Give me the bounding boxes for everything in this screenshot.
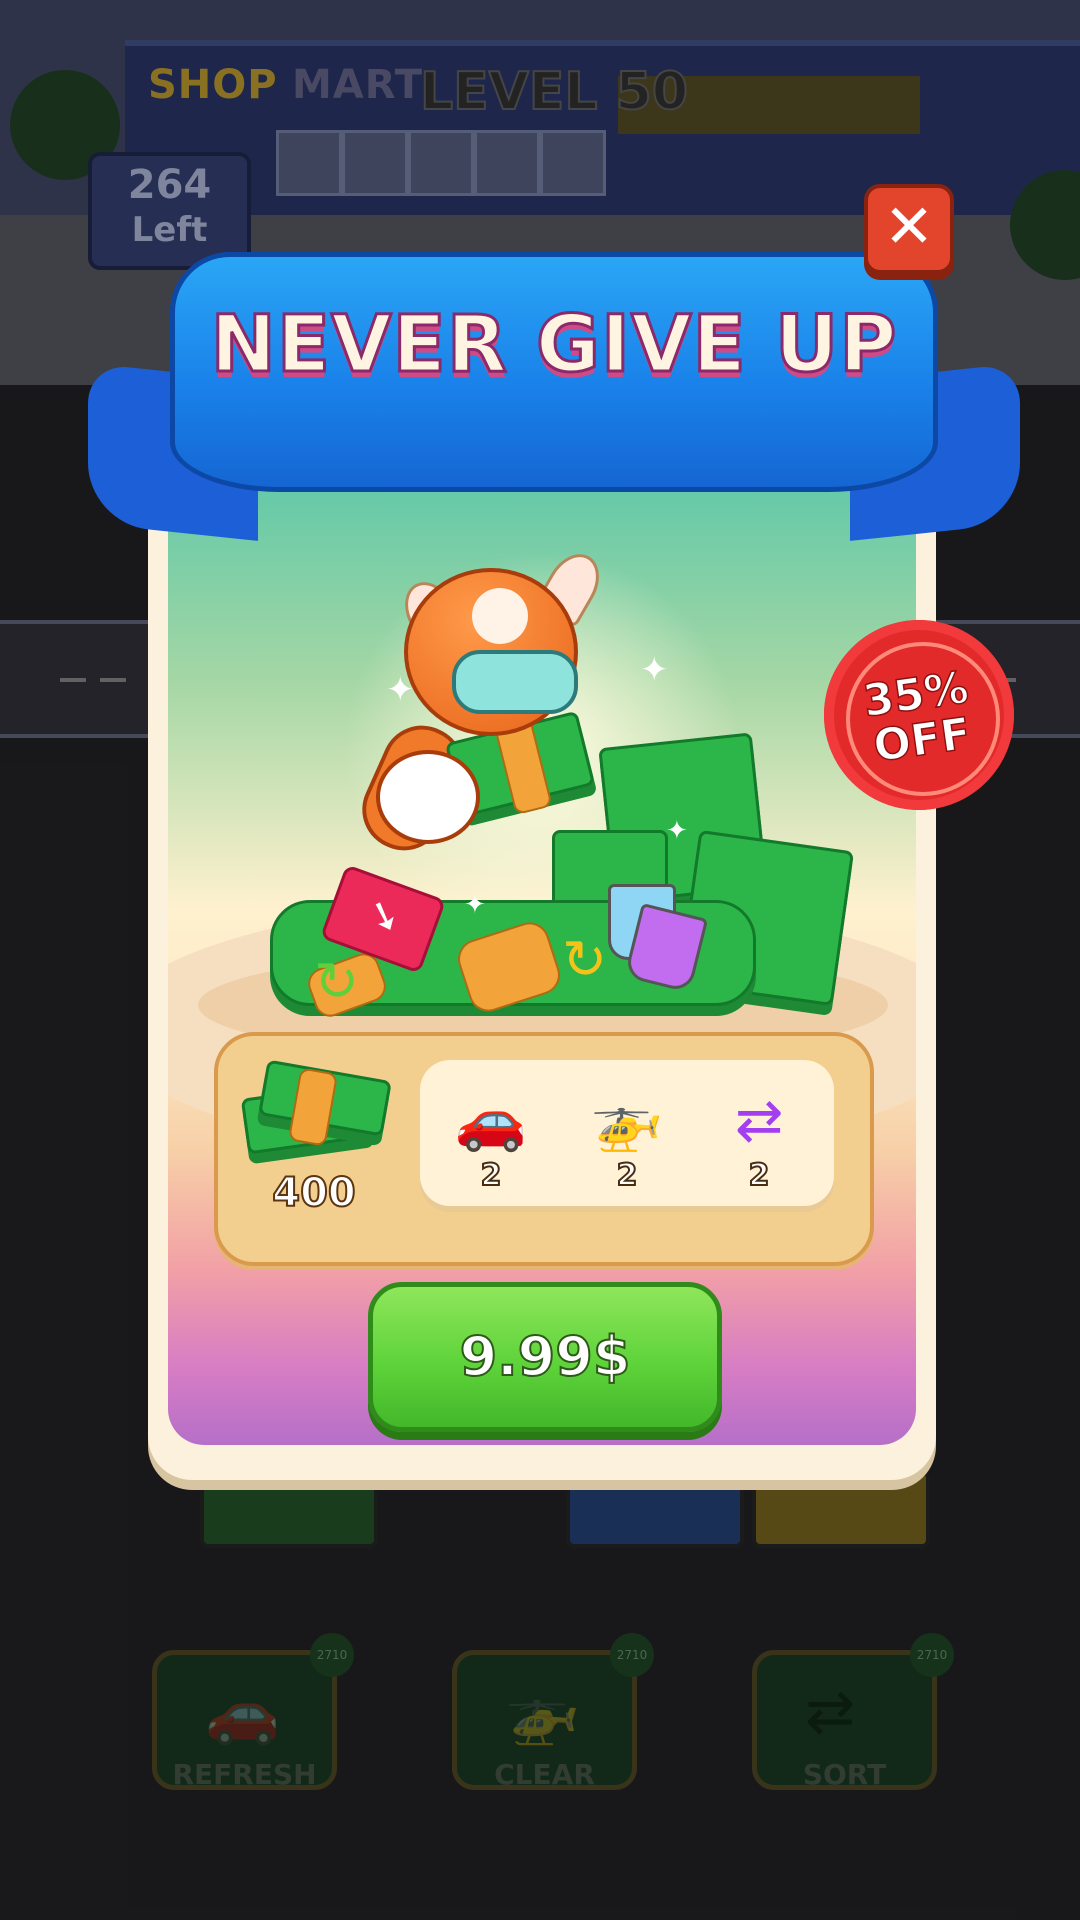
helicopter-icon: 🚁 xyxy=(590,1086,664,1154)
refresh-arrows-icon: ↻ xyxy=(314,950,360,1013)
cash-reward-icon xyxy=(240,1059,392,1170)
booster-refresh: 🚗 2 xyxy=(446,1080,536,1193)
booster-clear: 🚁 2 xyxy=(582,1080,672,1193)
booster-sort: ⇄ 2 xyxy=(714,1080,804,1193)
close-button[interactable]: ✕ xyxy=(864,184,954,274)
buy-button[interactable]: 9.99$ xyxy=(368,1282,722,1432)
sparkle-icon: ✦ xyxy=(666,816,688,846)
cash-reward-amount: 400 xyxy=(271,1169,357,1217)
refresh-arrows-icon: ↻ xyxy=(562,928,608,991)
booster-count: 2 xyxy=(616,1158,639,1193)
robot-spot xyxy=(472,588,528,644)
sparkle-icon: ✦ xyxy=(464,890,486,920)
discount-badge: 35% OFF xyxy=(824,620,1014,810)
discount-text: 35% OFF xyxy=(819,659,1020,777)
booster-count: 2 xyxy=(748,1158,771,1193)
booster-count: 2 xyxy=(480,1158,503,1193)
sparkle-icon: ✦ xyxy=(640,650,669,690)
robot-claw xyxy=(376,750,480,844)
sparkle-icon: ✦ xyxy=(386,670,415,710)
refresh-car-icon: 🚗 xyxy=(454,1086,528,1154)
close-icon: ✕ xyxy=(883,192,935,262)
popup-title: NEVER GIVE UP xyxy=(209,299,898,392)
sort-person-icon: ⇄ xyxy=(734,1086,784,1154)
robot-visor xyxy=(452,650,578,714)
